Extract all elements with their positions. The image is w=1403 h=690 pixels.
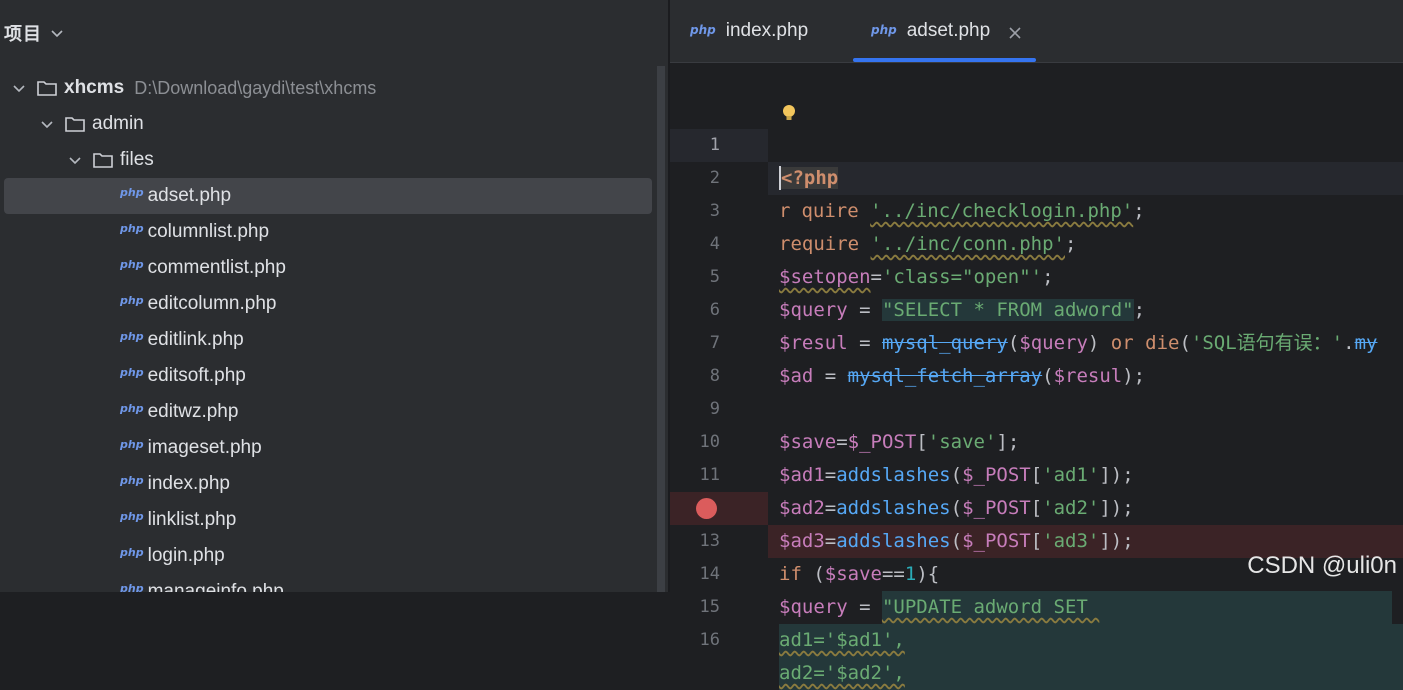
php-file-icon: php xyxy=(120,329,144,343)
active-tab-indicator xyxy=(853,58,1036,62)
chevron-down-icon[interactable] xyxy=(50,26,64,40)
editor: php index.php php adset.php 1 <?php 2 rq… xyxy=(670,0,1403,690)
code-line[interactable]: 5 $query = "SELECT * FROM adword"; xyxy=(670,195,1403,321)
chevron-down-icon[interactable] xyxy=(38,115,56,133)
code-token: ad2='$ad2', xyxy=(779,657,1403,690)
file-name: columnlist.php xyxy=(147,221,270,242)
php-file-icon: php xyxy=(120,401,144,415)
lightbulb-icon[interactable] xyxy=(782,104,796,122)
file-name: manageinfo.php xyxy=(147,581,284,592)
php-file-icon: php xyxy=(871,23,897,37)
tree-item-file[interactable]: php commentlist.php xyxy=(4,250,652,286)
file-name: index.php xyxy=(147,473,230,494)
tab-index-php[interactable]: php index.php xyxy=(690,0,808,62)
code-line[interactable]: 10 $ad1=addslashes($_POST['ad1']); xyxy=(670,360,1403,486)
code-line[interactable]: 8 xyxy=(670,294,1403,386)
tree-item-file[interactable]: php editlink.php xyxy=(4,322,652,358)
file-name: login.php xyxy=(147,545,225,566)
tree-item-file[interactable]: php imageset.php xyxy=(4,430,652,466)
project-panel: 项目 xhcms D:\Download\gaydi\test\xhcms ad… xyxy=(0,0,668,592)
code-line[interactable]: 2 r quire '../inc/checklogin.php'; xyxy=(670,96,1403,222)
php-file-icon: php xyxy=(120,437,144,451)
tab-adset-php[interactable]: php adset.php xyxy=(871,0,1022,62)
folder-icon xyxy=(92,150,114,170)
tree-item-file[interactable]: php linklist.php xyxy=(4,502,652,538)
folder-icon xyxy=(36,78,58,98)
php-file-icon: php xyxy=(120,293,144,307)
line-number: 16 xyxy=(699,630,720,650)
code-line[interactable]: 7 $ad = mysql_fetch_array($resul); xyxy=(670,261,1403,387)
tree-item-file[interactable]: php index.php xyxy=(4,466,652,502)
tab-label: index.php xyxy=(725,20,809,41)
file-name: commentlist.php xyxy=(147,257,286,278)
php-file-icon: php xyxy=(120,365,144,379)
chevron-down-icon[interactable] xyxy=(10,79,28,97)
code-line[interactable]: 3 require '../inc/conn.php'; xyxy=(670,129,1403,255)
php-file-icon: php xyxy=(120,509,144,523)
tree-scrollbar[interactable] xyxy=(655,66,668,592)
close-icon[interactable] xyxy=(1008,24,1022,39)
tree-item-file-selected[interactable]: php adset.php xyxy=(4,178,652,214)
file-name: editcolumn.php xyxy=(147,293,277,314)
tree-item-file[interactable]: php manageinfo.php xyxy=(4,574,652,592)
folder-name: files xyxy=(120,149,154,170)
code-line[interactable]: 14 $query = "UPDATE adword SET xyxy=(670,492,1403,624)
php-file-icon: php xyxy=(120,473,144,487)
code-line[interactable]: 11 $ad2=addslashes($_POST['ad2']); xyxy=(670,393,1403,519)
php-file-icon: php xyxy=(120,221,144,235)
code-line[interactable]: 6 $resul = mysql_query($query) or die('S… xyxy=(670,228,1403,354)
file-name: linklist.php xyxy=(147,509,237,530)
folder-name: admin xyxy=(92,113,144,134)
tree-item-file[interactable]: php editwz.php xyxy=(4,394,652,430)
php-file-icon: php xyxy=(120,257,144,271)
tree-item-file[interactable]: php login.php xyxy=(4,538,652,574)
chevron-down-icon[interactable] xyxy=(66,151,84,169)
tree-item-root[interactable]: xhcms D:\Download\gaydi\test\xhcms xyxy=(4,70,652,106)
file-name: editwz.php xyxy=(147,401,239,422)
file-name: adset.php xyxy=(147,185,232,206)
tree-item-file[interactable]: php editsoft.php xyxy=(4,358,652,394)
root-folder-path: D:\Download\gaydi\test\xhcms xyxy=(134,77,377,98)
file-name: imageset.php xyxy=(147,437,262,458)
watermark: CSDN @uli0n xyxy=(1247,552,1397,579)
tree-item-file[interactable]: php columnlist.php xyxy=(4,214,652,250)
code-line-breakpoint[interactable]: $ad3=addslashes($_POST['ad3']); xyxy=(670,426,1403,558)
file-name: editlink.php xyxy=(147,329,244,350)
code-token: ad1='$ad1', xyxy=(779,624,1403,657)
code-line[interactable]: 13 if ($save==1){ xyxy=(670,459,1403,585)
file-name: editsoft.php xyxy=(147,365,246,386)
editor-tabbar: php index.php php adset.php xyxy=(670,0,1403,63)
php-file-icon: php xyxy=(120,545,144,559)
php-file-icon: php xyxy=(120,185,144,199)
code-token: "UPDATE adword SET xyxy=(881,591,1392,624)
php-file-icon: php xyxy=(690,23,716,37)
panel-header: 项目 xyxy=(0,0,668,66)
tree-scrollbar-thumb[interactable] xyxy=(657,66,665,592)
tab-label: adset.php xyxy=(906,20,991,41)
tree-item-files[interactable]: files xyxy=(4,142,652,178)
code-area[interactable]: 1 <?php 2 r quire '../inc/checklogin.php'… xyxy=(670,63,1403,690)
code-token: $query xyxy=(779,596,848,618)
php-file-icon: php xyxy=(120,581,144,593)
folder-icon xyxy=(64,114,86,134)
code-line[interactable]: 9 $save=$_POST['save']; xyxy=(670,327,1403,453)
tree-item-admin[interactable]: admin xyxy=(4,106,652,142)
code-line[interactable]: 1 <?php xyxy=(670,63,1403,195)
tree-item-file[interactable]: php editcolumn.php xyxy=(4,286,652,322)
panel-title[interactable]: 项目 xyxy=(4,20,42,46)
code-line[interactable]: 4 $setopen='class="open"'; xyxy=(670,162,1403,288)
root-folder-name: xhcms xyxy=(64,77,125,98)
